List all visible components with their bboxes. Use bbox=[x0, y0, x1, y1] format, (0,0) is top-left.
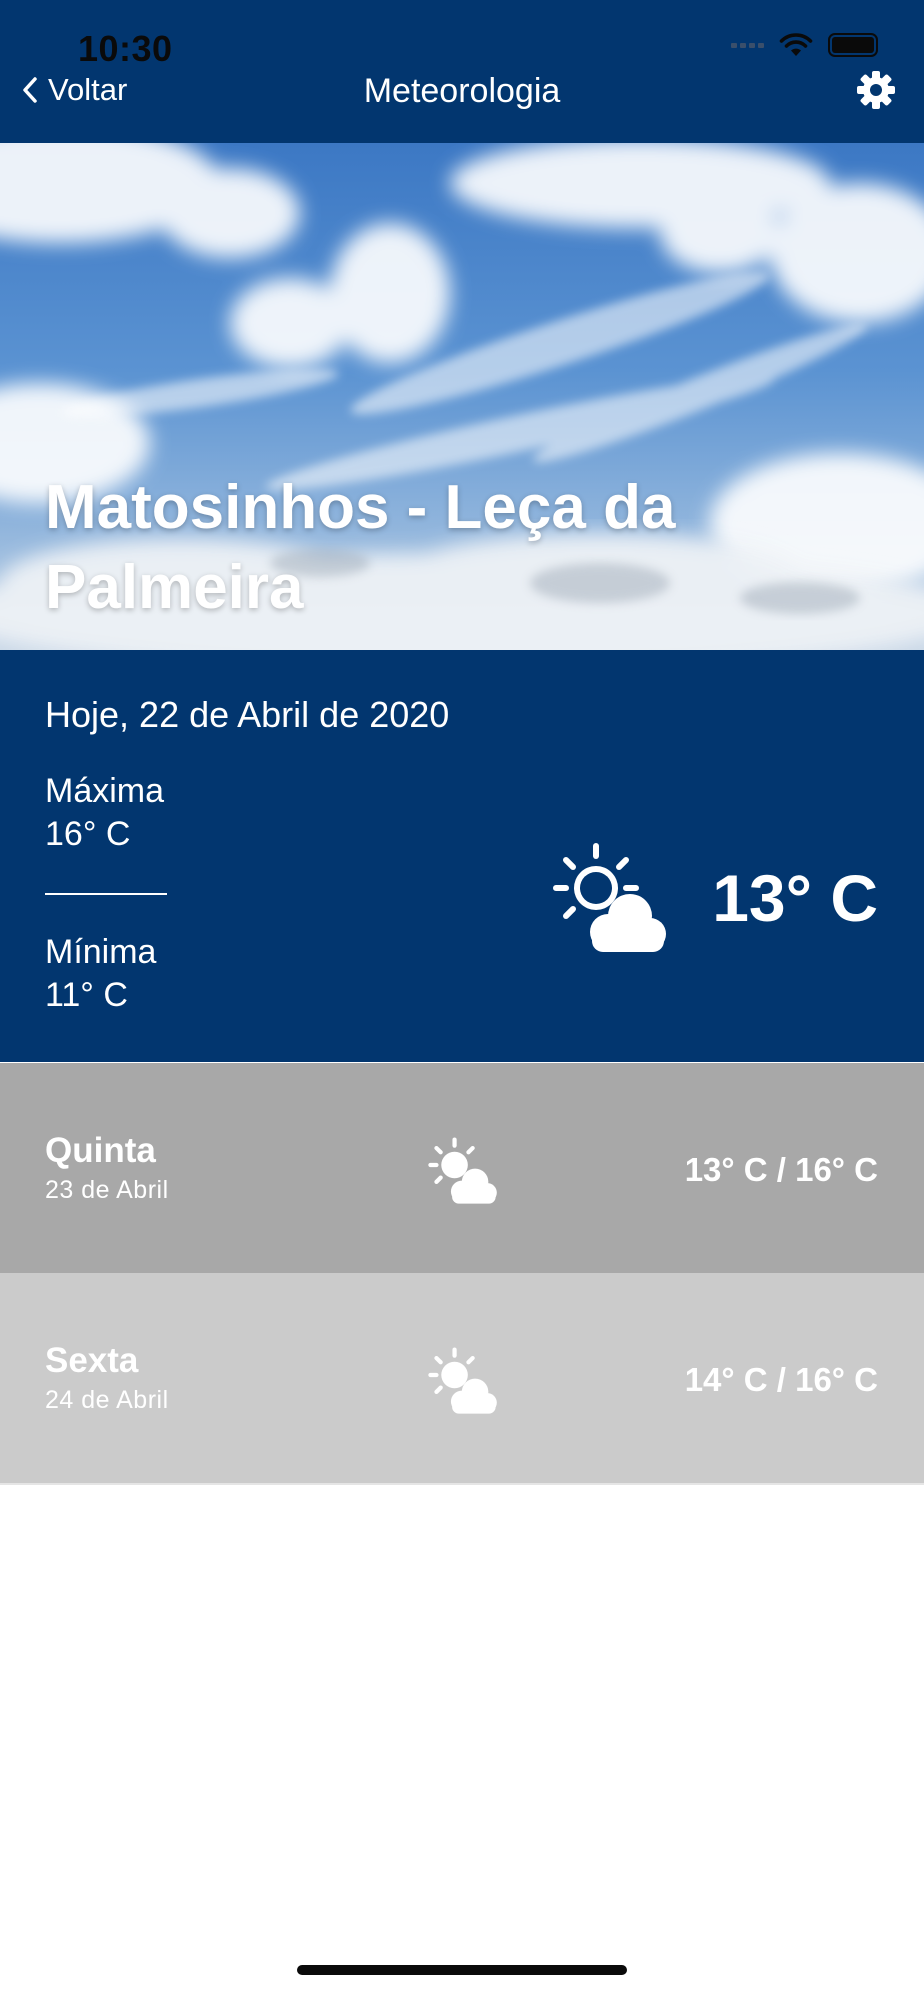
min-temp-value: 11° C bbox=[45, 976, 128, 1014]
max-temp-value: 16° C bbox=[45, 815, 131, 853]
max-temp-label: Máxima bbox=[45, 772, 165, 810]
page-title: Meteorologia bbox=[363, 72, 561, 110]
location-hero-image: Matosinhos - Leça da Palmeira bbox=[0, 143, 924, 650]
partly-cloudy-icon bbox=[553, 843, 666, 952]
gear-icon bbox=[857, 71, 895, 109]
forecast-temps: 13° C / 16° C bbox=[684, 1151, 878, 1188]
current-temperature: 13° C bbox=[712, 861, 878, 935]
status-icons bbox=[731, 32, 878, 58]
forecast-day: Quinta bbox=[45, 1131, 156, 1170]
forecast-temps: 14° C / 16° C bbox=[684, 1361, 878, 1398]
wifi-icon bbox=[779, 33, 813, 56]
forecast-date: 23 de Abril bbox=[45, 1176, 169, 1204]
signal-icon bbox=[731, 42, 764, 48]
battery-icon bbox=[828, 33, 878, 57]
location-title: Matosinhos - Leça da Palmeira bbox=[45, 473, 676, 622]
status-time: 10:30 bbox=[78, 28, 173, 69]
list-divider bbox=[0, 1483, 924, 1485]
forecast-day: Sexta bbox=[45, 1341, 139, 1380]
partly-cloudy-icon bbox=[428, 1137, 497, 1204]
home-indicator[interactable] bbox=[297, 1965, 627, 1975]
forecast-row[interactable]: Quinta 23 de Abril 13° C / 16° C bbox=[0, 1063, 924, 1273]
temp-divider bbox=[45, 893, 167, 895]
app-header: 10:30 Voltar Meteorologia bbox=[0, 0, 924, 143]
partly-cloudy-icon bbox=[428, 1347, 497, 1414]
today-date: Hoje, 22 de Abril de 2020 bbox=[45, 694, 450, 735]
min-temp-label: Mínima bbox=[45, 933, 157, 971]
forecast-row[interactable]: Sexta 24 de Abril 14° C / 16° C bbox=[0, 1273, 924, 1483]
forecast-date: 24 de Abril bbox=[45, 1386, 169, 1414]
today-weather-panel: Hoje, 22 de Abril de 2020 Máxima 16° C M… bbox=[0, 650, 924, 1062]
settings-button[interactable] bbox=[854, 68, 898, 117]
